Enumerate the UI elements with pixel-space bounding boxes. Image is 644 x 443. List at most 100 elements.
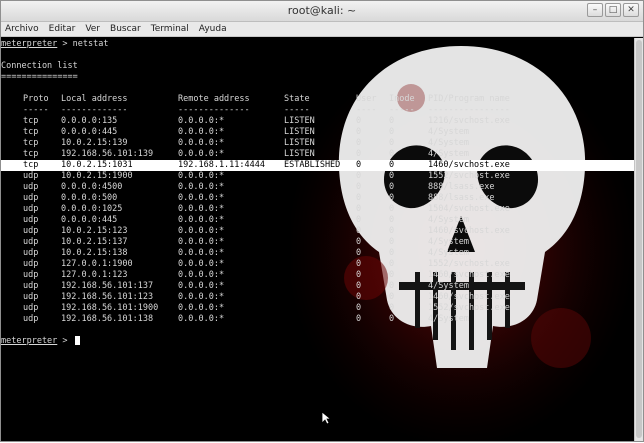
cell-inode: 0 <box>389 138 395 148</box>
cell-remote-address: 0.0.0.0:* <box>178 182 225 192</box>
cell-local-address: 0.0.0.0:4500 <box>61 182 123 192</box>
table-row: tcp 0.0.0.0:445 0.0.0.0:* LISTEN 0 0 4/System <box>1 127 634 138</box>
cell-proto: tcp <box>23 138 39 148</box>
cell-user: 0 <box>356 116 362 126</box>
table-header-rule: ----- ------------- -------------- ----- ---… <box>1 105 634 116</box>
section-heading: Connection list <box>1 61 78 72</box>
cell-pid-program: ---------------- <box>428 105 510 115</box>
cell-user: 0 <box>356 160 362 170</box>
cell-remote-address: 0.0.0.0:* <box>178 259 225 269</box>
cell-remote-address: 0.0.0.0:* <box>178 303 225 313</box>
cell-pid-program: 4/System <box>428 138 469 148</box>
cell-remote-address: 0.0.0.0:* <box>178 149 225 159</box>
table-row: udp 10.0.2.15:137 0.0.0.0:* 0 0 4/System <box>1 237 634 248</box>
cell-user: 0 <box>356 237 362 247</box>
menu-bar: Archivo Editar Ver Buscar Terminal Ayuda <box>1 22 643 37</box>
cell-inode: 0 <box>389 314 395 324</box>
cell-user: 0 <box>356 193 362 203</box>
window-controls: – □ ✕ <box>587 3 639 17</box>
heading-rule-text: =============== <box>1 72 78 82</box>
cell-proto: Proto <box>23 94 49 104</box>
text-cursor <box>74 336 80 345</box>
cell-local-address: Local address <box>61 94 128 104</box>
cell-local-address: 0.0.0.0:1025 <box>61 204 123 214</box>
cell-user: 0 <box>356 182 362 192</box>
cell-inode: 0 <box>389 160 395 170</box>
menu-ayuda[interactable]: Ayuda <box>199 22 227 36</box>
cell-inode: 0 <box>389 149 395 159</box>
cell-proto: udp <box>23 215 39 225</box>
cell-user: 0 <box>356 226 362 236</box>
menu-editar[interactable]: Editar <box>49 22 76 36</box>
cell-remote-address: 0.0.0.0:* <box>178 292 225 302</box>
cell-remote-address: 0.0.0.0:* <box>178 171 225 181</box>
maximize-icon[interactable]: □ <box>605 3 621 17</box>
cell-user: 0 <box>356 303 362 313</box>
cell-proto: udp <box>23 226 39 236</box>
cell-proto: ----- <box>23 105 49 115</box>
cell-pid-program: 1460/svchost.exe <box>428 160 510 170</box>
title-bar[interactable]: root@kali: ~ – □ ✕ <box>1 1 643 22</box>
cell-proto: udp <box>23 182 39 192</box>
cell-user: 0 <box>356 281 362 291</box>
cell-local-address: 192.168.56.101:139 <box>61 149 154 159</box>
cell-pid-program: PID/Program name <box>428 94 510 104</box>
cell-local-address: 127.0.0.1:123 <box>61 270 128 280</box>
minimize-icon[interactable]: – <box>587 3 603 17</box>
input-line: meterpreter > <box>1 336 80 347</box>
cell-local-address: 0.0.0.0:445 <box>61 127 118 137</box>
cell-proto: udp <box>23 270 39 280</box>
cell-inode: 0 <box>389 226 395 236</box>
menu-ver[interactable]: Ver <box>85 22 100 36</box>
cell-pid-program: 4/System <box>428 248 469 258</box>
cell-inode: 0 <box>389 171 395 181</box>
cell-pid-program: 4/System <box>428 127 469 137</box>
cell-inode: 0 <box>389 248 395 258</box>
cell-state: LISTEN <box>284 138 315 148</box>
menu-buscar[interactable]: Buscar <box>110 22 141 36</box>
cell-pid-program: 1552/svchost.exe <box>428 171 510 181</box>
cell-pid-program: 1504/svchost.exe <box>428 204 510 214</box>
cell-local-address: 10.0.2.15:1031 <box>61 160 133 170</box>
cell-local-address: 10.0.2.15:123 <box>61 226 128 236</box>
cell-proto: udp <box>23 193 39 203</box>
command-text: > netstat <box>57 39 109 49</box>
cell-inode: 0 <box>389 281 395 291</box>
cell-proto: udp <box>23 204 39 214</box>
cell-proto: tcp <box>23 116 39 126</box>
cell-remote-address: 0.0.0.0:* <box>178 204 225 214</box>
cell-pid-program: 4/System <box>428 237 469 247</box>
cell-pid-program: 4/System <box>428 149 469 159</box>
cell-remote-address: 0.0.0.0:* <box>178 215 225 225</box>
cell-inode: ----- <box>389 105 415 115</box>
prompt-label: meterpreter <box>1 39 58 49</box>
cell-remote-address: 0.0.0.0:* <box>178 281 225 291</box>
terminal-output[interactable]: meterpreter > netstat Connection list ====… <box>1 38 634 441</box>
cell-inode: 0 <box>389 215 395 225</box>
cell-proto: udp <box>23 237 39 247</box>
cell-state: LISTEN <box>284 116 315 126</box>
scrollbar-thumb[interactable] <box>636 40 642 438</box>
cell-proto: udp <box>23 259 39 269</box>
menu-terminal[interactable]: Terminal <box>151 22 189 36</box>
cell-inode: 0 <box>389 193 395 203</box>
cell-user: 0 <box>356 314 362 324</box>
cell-local-address: 0.0.0.0:135 <box>61 116 118 126</box>
section-heading-rule: =============== <box>1 72 78 83</box>
table-row: udp 127.0.0.1:123 0.0.0.0:* 0 0 1460/svchost.… <box>1 270 634 281</box>
close-icon[interactable]: ✕ <box>623 3 639 17</box>
cell-state: ESTABLISHED <box>284 160 341 170</box>
cell-user: 0 <box>356 149 362 159</box>
cell-remote-address: Remote address <box>178 94 250 104</box>
cell-pid-program: 1552/svchost.exe <box>428 259 510 269</box>
vertical-scrollbar[interactable] <box>634 38 643 441</box>
cell-pid-program: 1460/svchost.exe <box>428 270 510 280</box>
cell-remote-address: 0.0.0.0:* <box>178 226 225 236</box>
cell-proto: udp <box>23 281 39 291</box>
table-row: udp 0.0.0.0:4500 0.0.0.0:* 0 0 888/lsass.exe <box>1 182 634 193</box>
table-row: tcp 10.0.2.15:139 0.0.0.0:* LISTEN 0 0 4/Syste… <box>1 138 634 149</box>
cell-local-address: ------------- <box>61 105 128 115</box>
cell-user: 0 <box>356 138 362 148</box>
cell-user: 0 <box>356 259 362 269</box>
menu-archivo[interactable]: Archivo <box>5 22 39 36</box>
